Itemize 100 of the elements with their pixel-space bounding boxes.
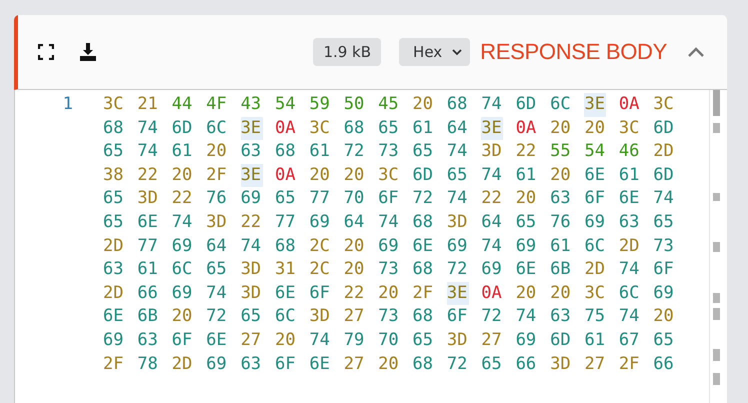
- hex-byte: 20: [274, 328, 296, 352]
- hex-byte: 65: [103, 140, 124, 164]
- hex-byte: 69: [103, 328, 124, 352]
- hex-byte: 3D: [137, 187, 159, 210]
- hex-byte: 0A: [618, 93, 640, 116]
- hex-byte: 6F: [172, 328, 194, 352]
- hex-byte: 61: [412, 116, 434, 140]
- hex-byte: 3D: [240, 258, 262, 282]
- hex-byte: 65: [206, 258, 228, 282]
- hex-byte: 65: [240, 305, 262, 328]
- hex-byte: 74: [206, 282, 228, 305]
- hex-byte: 77: [137, 234, 159, 258]
- hex-byte: 63: [240, 352, 262, 376]
- hex-byte: 77: [309, 187, 331, 210]
- hex-byte: 3C: [378, 164, 400, 187]
- hex-byte: 73: [653, 234, 675, 258]
- hex-byte: 6E: [206, 328, 228, 352]
- hex-byte: 3E: [481, 116, 504, 140]
- hex-byte: 69: [481, 258, 503, 282]
- hex-byte: 64: [446, 116, 468, 140]
- hex-byte: 2F: [618, 352, 640, 376]
- hex-byte: 6C: [618, 282, 640, 305]
- hex-byte: 65: [103, 187, 124, 210]
- hex-byte: 72: [446, 352, 468, 376]
- hex-byte: 2D: [584, 258, 606, 282]
- format-select[interactable]: Hex: [399, 38, 470, 66]
- hex-byte: 69: [206, 352, 228, 376]
- hex-byte: 38: [103, 164, 124, 187]
- hex-byte: 69: [584, 210, 606, 234]
- hex-byte: 6C: [550, 93, 572, 116]
- hex-byte: 27: [584, 352, 606, 376]
- hex-byte: 65: [446, 164, 468, 187]
- hex-byte: 66: [516, 352, 538, 376]
- hex-byte: 66: [137, 282, 159, 305]
- hex-byte: 6D: [516, 93, 538, 116]
- hex-byte: 44: [172, 93, 194, 116]
- hex-byte: 3E: [240, 116, 263, 140]
- hex-byte: 63: [103, 258, 124, 282]
- hex-byte: 20: [378, 352, 400, 376]
- hex-byte: 74: [309, 328, 331, 352]
- hex-byte: 68: [412, 305, 434, 328]
- hex-byte: 2D: [103, 234, 124, 258]
- hex-byte: 68: [412, 352, 434, 376]
- hex-byte: 69: [240, 187, 262, 210]
- hex-byte: 69: [172, 234, 194, 258]
- hex-byte: 22: [172, 187, 194, 210]
- fullscreen-icon[interactable]: [38, 44, 54, 60]
- hex-byte: 3D: [446, 328, 468, 352]
- hex-byte: 68: [103, 116, 124, 140]
- hex-byte: 6B: [137, 305, 159, 328]
- hex-byte: 6F: [274, 352, 296, 376]
- chevron-icon[interactable]: [687, 46, 705, 58]
- hex-byte: 31: [274, 258, 296, 282]
- hex-byte: 21: [137, 93, 159, 116]
- hex-byte: 20: [516, 282, 538, 305]
- hex-byte: 67: [618, 328, 640, 352]
- hex-byte: 22: [240, 210, 262, 234]
- hex-byte: 3D: [481, 140, 503, 164]
- hex-byte: 74: [137, 140, 159, 164]
- hex-byte: 74: [618, 305, 640, 328]
- hex-byte: 22: [516, 140, 538, 164]
- hex-byte: 6C: [584, 234, 606, 258]
- hex-byte: 6F: [653, 258, 675, 282]
- hex-byte: 2C: [309, 234, 331, 258]
- hex-byte: 6F: [309, 282, 331, 305]
- hex-byte: 74: [653, 187, 675, 210]
- hex-byte: 2F: [206, 164, 228, 187]
- hex-byte: 74: [172, 210, 194, 234]
- hex-byte: 63: [240, 140, 262, 164]
- hex-byte: 0A: [274, 164, 296, 187]
- hex-byte: 6C: [206, 116, 228, 140]
- hex-byte: 43: [240, 93, 262, 116]
- hex-byte: 55: [550, 140, 572, 164]
- hex-byte: 20: [309, 164, 331, 187]
- hex-byte: 2F: [412, 282, 434, 305]
- hex-byte: 70: [378, 328, 400, 352]
- download-icon[interactable]: [79, 43, 97, 61]
- hex-byte: 27: [344, 305, 366, 328]
- hex-byte: 73: [378, 258, 400, 282]
- hex-byte: 74: [481, 93, 503, 116]
- hex-byte: 3D: [446, 210, 468, 234]
- hex-byte: 65: [516, 210, 538, 234]
- hex-byte: 50: [344, 93, 366, 116]
- hex-byte: 69: [172, 282, 194, 305]
- hex-byte: 64: [206, 234, 228, 258]
- hex-byte: 65: [412, 328, 434, 352]
- hex-byte: 27: [481, 328, 503, 352]
- hex-byte: 69: [446, 234, 468, 258]
- hex-byte: 72: [206, 305, 228, 328]
- hex-byte: 61: [516, 164, 538, 187]
- hex-byte: 27: [344, 352, 366, 376]
- hex-byte: 20: [172, 305, 194, 328]
- hex-byte: 6F: [446, 305, 468, 328]
- hex-byte: 3D: [309, 305, 331, 328]
- hex-byte: 20: [344, 258, 366, 282]
- hex-byte: 54: [584, 140, 606, 164]
- size-badge: 1.9 kB: [313, 38, 382, 66]
- hex-byte: 61: [309, 140, 331, 164]
- hex-byte: 68: [274, 234, 296, 258]
- hex-byte: 6F: [378, 187, 400, 210]
